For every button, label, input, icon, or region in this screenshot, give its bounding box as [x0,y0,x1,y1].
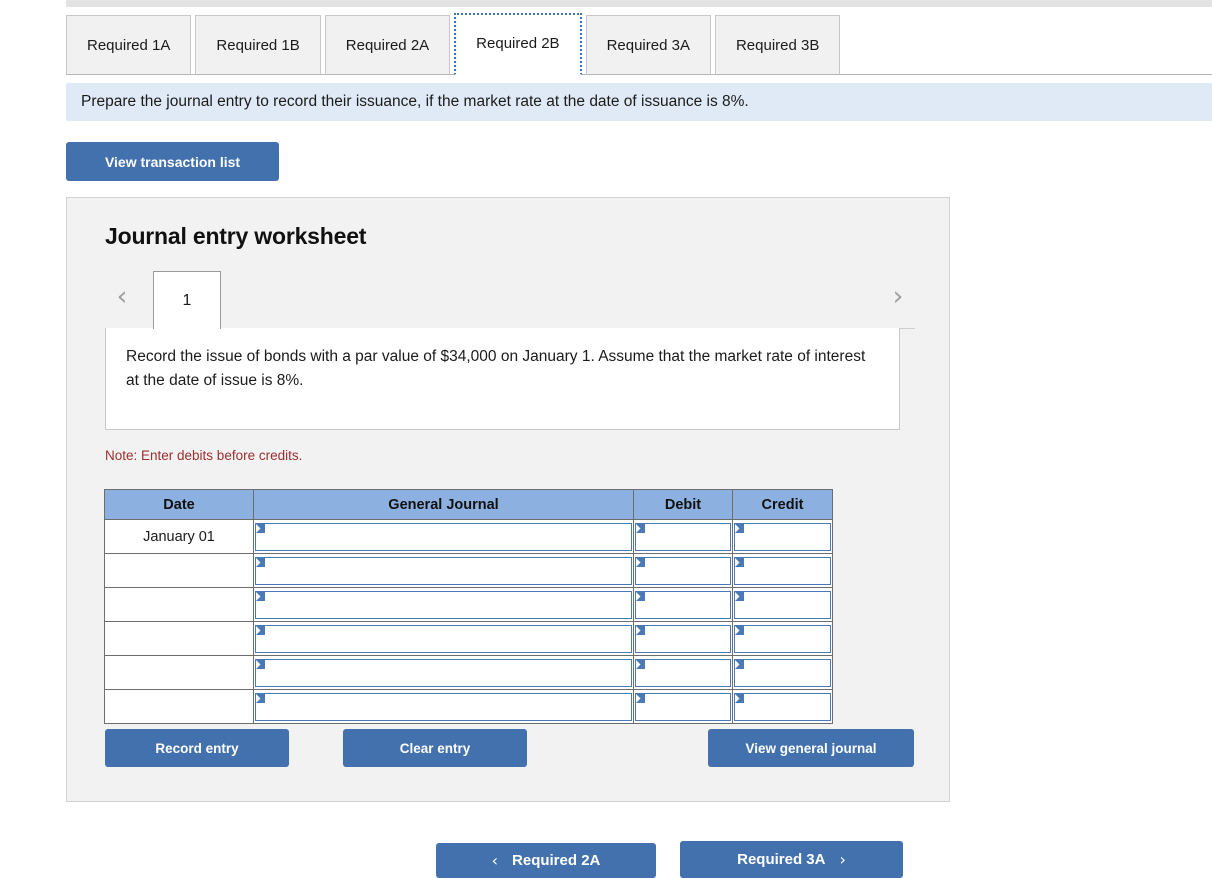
debit-input[interactable] [635,624,731,653]
credit-input[interactable] [734,658,831,687]
column-header-credit: Credit [732,489,833,520]
general-journal-input[interactable] [255,556,632,585]
debit-input[interactable] [635,658,731,687]
clear-entry-label: Clear entry [399,740,471,756]
date-cell[interactable]: January 01 [104,519,254,554]
journal-entry-worksheet-panel: Journal entry worksheet ‹ 1 › Record the… [66,197,950,802]
general-journal-input[interactable] [255,692,632,721]
date-cell[interactable] [104,655,254,690]
worksheet-page-tab-1[interactable]: 1 [153,271,221,329]
general-journal-cell[interactable] [253,689,634,724]
general-journal-input[interactable] [255,624,632,653]
credit-input[interactable] [734,624,831,653]
instruction-text: Prepare the journal entry to record thei… [81,93,749,110]
general-journal-cell[interactable] [253,587,634,622]
debit-cell[interactable] [633,519,733,554]
table-row [104,587,833,622]
table-header-row: Date General Journal Debit Credit [104,489,833,520]
general-journal-input[interactable] [255,658,632,687]
debit-cell[interactable] [633,587,733,622]
date-cell[interactable] [104,587,254,622]
clear-entry-button[interactable]: Clear entry [343,729,527,767]
requirement-tabs: Required 1A Required 1B Required 2A Requ… [66,13,1212,75]
credit-cell[interactable] [732,519,833,554]
tab-required-3b[interactable]: Required 3B [714,15,841,75]
credit-cell[interactable] [732,553,833,588]
table-row: January 01 [104,519,833,554]
date-cell[interactable] [104,553,254,588]
tab-required-1a[interactable]: Required 1A [66,15,192,75]
tab-required-1b[interactable]: Required 1B [195,15,321,75]
date-cell[interactable] [104,621,254,656]
tab-label: Required 2A [345,36,430,54]
transaction-description-box: Record the issue of bonds with a par val… [105,328,900,430]
column-header-debit: Debit [633,489,733,520]
debit-cell[interactable] [633,655,733,690]
top-divider-strip [66,0,1212,7]
table-row [104,621,833,656]
record-entry-button[interactable]: Record entry [105,729,289,767]
debit-cell[interactable] [633,553,733,588]
instruction-banner: Prepare the journal entry to record thei… [66,83,1212,121]
column-header-date: Date [104,489,254,520]
next-requirement-button[interactable]: Required 3A › [680,841,903,878]
credit-cell[interactable] [732,655,833,690]
tab-label: Required 3A [606,36,690,54]
credit-input[interactable] [734,590,831,619]
table-row [104,553,833,588]
next-requirement-label: Required 3A [737,851,826,868]
credit-input[interactable] [734,692,831,721]
view-transaction-list-label: View transaction list [104,153,241,170]
general-journal-cell[interactable] [253,621,634,656]
debit-cell[interactable] [633,621,733,656]
credit-cell[interactable] [732,587,833,622]
previous-requirement-button[interactable]: ‹ Required 2A [436,843,656,878]
record-entry-label: Record entry [155,740,239,756]
view-transaction-list-button[interactable]: View transaction list [66,142,279,181]
tab-required-2b[interactable]: Required 2B [454,13,582,75]
debit-input[interactable] [635,692,731,721]
tab-label: Required 1B [216,36,300,54]
debit-input[interactable] [635,556,731,585]
chevron-left-icon[interactable]: ‹ [105,280,139,314]
date-cell[interactable] [104,689,254,724]
general-journal-input[interactable] [255,590,632,619]
general-journal-input[interactable] [255,522,632,551]
general-journal-cell[interactable] [253,553,634,588]
debit-input[interactable] [635,590,731,619]
credit-input[interactable] [734,522,831,551]
view-general-journal-button[interactable]: View general journal [708,729,914,767]
view-general-journal-label: View general journal [745,740,877,756]
debit-input[interactable] [635,522,731,551]
worksheet-title: Journal entry worksheet [105,223,367,249]
credit-cell[interactable] [732,689,833,724]
worksheet-pager: ‹ 1 › [105,271,915,329]
table-row [104,689,833,724]
tab-required-3a[interactable]: Required 3A [585,15,711,75]
tab-label: Required 1A [87,36,171,54]
transaction-description-text: Record the issue of bonds with a par val… [126,348,866,389]
general-journal-cell[interactable] [253,655,634,690]
column-header-general-journal: General Journal [253,489,634,520]
chevron-right-icon[interactable]: › [881,280,915,314]
general-journal-cell[interactable] [253,519,634,554]
journal-entry-table: Date General Journal Debit Credit Januar… [104,489,833,724]
previous-requirement-label: Required 2A [512,852,601,869]
credit-cell[interactable] [732,621,833,656]
tab-label: Required 3B [735,36,820,54]
credit-input[interactable] [734,556,831,585]
tab-required-2a[interactable]: Required 2A [324,15,451,75]
table-row [104,655,833,690]
debit-cell[interactable] [633,689,733,724]
debits-before-credits-note: Note: Enter debits before credits. [105,448,303,463]
chevron-right-icon: › [839,850,846,869]
worksheet-page-number: 1 [182,291,192,309]
tab-label: Required 2B [476,35,560,52]
chevron-left-icon: ‹ [491,851,499,870]
